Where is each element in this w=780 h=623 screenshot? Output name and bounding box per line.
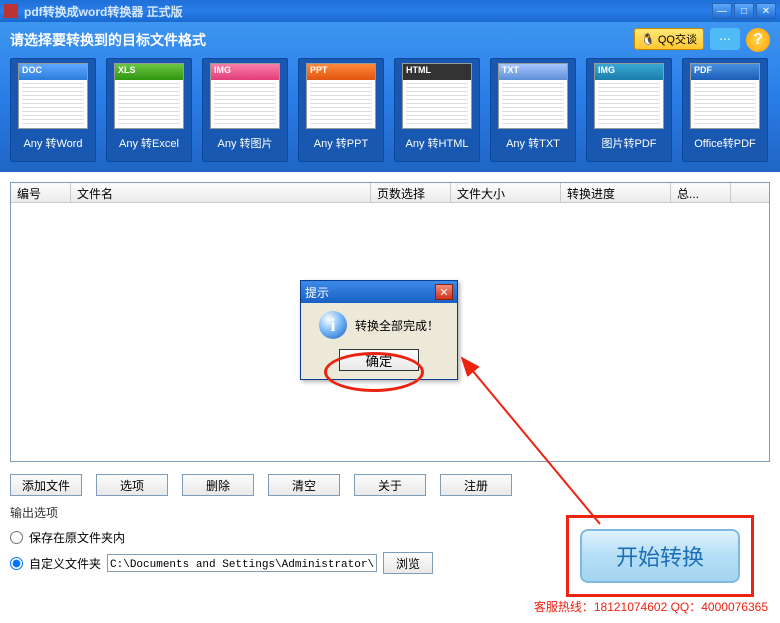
format-label: Any 转图片	[217, 135, 272, 151]
header: 请选择要转换到的目标文件格式 🐧 QQ交谈 ⋯ ? DOC Any 转Word XL…	[0, 22, 780, 172]
output-label: 输出选项	[10, 504, 770, 521]
doc-preview	[406, 80, 468, 125]
format-strip: DOC Any 转Word XLS Any 转Excel IMG Any 转图片 PPT An…	[10, 58, 770, 162]
dialog-title: 提示	[305, 284, 329, 301]
format-badge: TXT	[499, 64, 567, 80]
format-thumb: DOC	[18, 63, 88, 129]
doc-preview	[118, 80, 180, 125]
format-label: Any 转TXT	[506, 135, 560, 151]
format-label: Office转PDF	[694, 135, 756, 151]
app-title: pdf转换成word转换器 正式版	[24, 3, 710, 20]
format-label: Any 转HTML	[406, 135, 469, 151]
table-header: 编号文件名页数选择文件大小转换进度总...	[11, 183, 769, 203]
format-item-2[interactable]: IMG Any 转图片	[202, 58, 288, 162]
start-convert-button[interactable]: 开始转换	[580, 529, 740, 583]
custom-folder-label: 自定义文件夹	[29, 555, 101, 572]
options-button[interactable]: 选项	[96, 474, 168, 496]
custom-folder-radio[interactable]	[10, 557, 23, 570]
format-badge: HTML	[403, 64, 471, 80]
titlebar: pdf转换成word转换器 正式版 — □ ✕	[0, 0, 780, 22]
same-folder-label: 保存在原文件夹内	[29, 529, 125, 546]
help-button[interactable]: ?	[746, 28, 770, 52]
col-header[interactable]: 编号	[11, 183, 71, 202]
doc-preview	[22, 80, 84, 125]
qq-chat-button[interactable]: 🐧 QQ交谈	[634, 28, 704, 50]
info-icon: i	[319, 311, 347, 339]
dialog-titlebar: 提示 ✕	[301, 281, 457, 303]
add-file-button[interactable]: 添加文件	[10, 474, 82, 496]
format-thumb: PDF	[690, 63, 760, 129]
format-thumb: IMG	[594, 63, 664, 129]
about-button[interactable]: 关于	[354, 474, 426, 496]
col-header[interactable]: 文件大小	[451, 183, 561, 202]
penguin-icon: 🐧	[641, 33, 655, 46]
col-header[interactable]: 页数选择	[371, 183, 451, 202]
format-badge: XLS	[115, 64, 183, 80]
delete-button[interactable]: 删除	[182, 474, 254, 496]
doc-preview	[502, 80, 564, 125]
main-area: 编号文件名页数选择文件大小转换进度总... 添加文件 选项 删除 清空 关于 注…	[0, 172, 780, 590]
minimize-button[interactable]: —	[712, 3, 732, 19]
format-item-4[interactable]: HTML Any 转HTML	[394, 58, 480, 162]
doc-preview	[214, 80, 276, 125]
format-item-5[interactable]: TXT Any 转TXT	[490, 58, 576, 162]
format-item-0[interactable]: DOC Any 转Word	[10, 58, 96, 162]
browse-button[interactable]: 浏览	[383, 552, 433, 574]
format-label: Any 转Word	[23, 135, 82, 151]
format-thumb: HTML	[402, 63, 472, 129]
app-icon	[4, 4, 18, 18]
format-label: Any 转PPT	[314, 135, 368, 151]
format-badge: IMG	[211, 64, 279, 80]
doc-preview	[310, 80, 372, 125]
clear-button[interactable]: 清空	[268, 474, 340, 496]
format-badge: DOC	[19, 64, 87, 80]
message-button[interactable]: ⋯	[710, 28, 740, 50]
path-input[interactable]	[107, 554, 377, 572]
format-prompt: 请选择要转换到的目标文件格式	[10, 30, 206, 50]
format-label: 图片转PDF	[602, 135, 657, 151]
format-item-1[interactable]: XLS Any 转Excel	[106, 58, 192, 162]
col-header[interactable]: 文件名	[71, 183, 371, 202]
format-badge: PDF	[691, 64, 759, 80]
doc-preview	[598, 80, 660, 125]
chat-bubble-icon: ⋯	[719, 32, 731, 46]
format-thumb: XLS	[114, 63, 184, 129]
format-thumb: TXT	[498, 63, 568, 129]
format-thumb: IMG	[210, 63, 280, 129]
format-badge: IMG	[595, 64, 663, 80]
format-item-7[interactable]: PDF Office转PDF	[682, 58, 768, 162]
dialog-message: 转换全部完成！	[355, 317, 439, 334]
close-icon: ✕	[439, 286, 448, 299]
same-folder-radio[interactable]	[10, 531, 23, 544]
format-thumb: PPT	[306, 63, 376, 129]
button-row: 添加文件 选项 删除 清空 关于 注册	[10, 474, 770, 496]
format-item-6[interactable]: IMG 图片转PDF	[586, 58, 672, 162]
col-header[interactable]: 转换进度	[561, 183, 671, 202]
maximize-button[interactable]: □	[734, 3, 754, 19]
format-label: Any 转Excel	[119, 135, 179, 151]
register-button[interactable]: 注册	[440, 474, 512, 496]
hotline-text: 客服热线：18121074602 QQ：4000076365	[534, 598, 768, 615]
doc-preview	[694, 80, 756, 125]
format-badge: PPT	[307, 64, 375, 80]
col-header[interactable]: 总...	[671, 183, 731, 202]
format-item-3[interactable]: PPT Any 转PPT	[298, 58, 384, 162]
question-icon: ?	[753, 31, 763, 49]
dialog-ok-button[interactable]: 确定	[339, 349, 419, 371]
dialog-close-button[interactable]: ✕	[435, 284, 453, 300]
close-button[interactable]: ✕	[756, 3, 776, 19]
alert-dialog: 提示 ✕ i 转换全部完成！ 确定	[300, 280, 458, 380]
